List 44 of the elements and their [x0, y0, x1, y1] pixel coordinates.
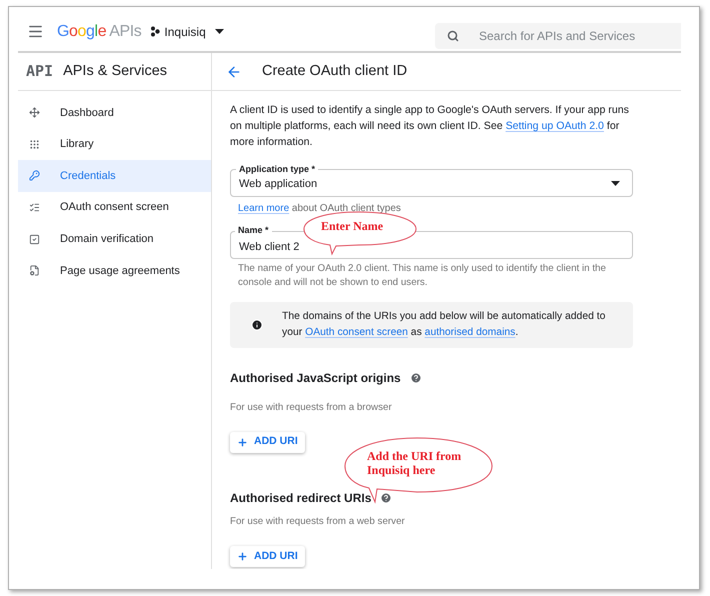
sidebar-item[interactable]: Dashboard — [18, 97, 211, 129]
help-text: The name of your OAuth 2.0 client. This name is only used to identify the client in the console and will not be shown to end users. — [238, 262, 607, 290]
plus-icon — [237, 551, 248, 562]
menu-icon[interactable] — [27, 23, 44, 40]
dropdown-caret-icon — [214, 29, 224, 34]
dropdown-caret-icon — [611, 180, 620, 186]
section-description: For use with requests from a web server — [230, 514, 406, 529]
document-gear-icon — [29, 265, 40, 276]
section-description: For use with requests from a browser — [230, 401, 393, 415]
sidebar-item[interactable]: Domain verification — [18, 223, 211, 255]
section-heading: Authorised JavaScript origins — [230, 370, 401, 387]
search-field[interactable]: Search for APIs and Services — [435, 23, 681, 49]
key-icon — [29, 170, 40, 182]
project-selector[interactable]: Inquisiq — [164, 22, 224, 40]
sidebar-item[interactable]: OAuth consent screen — [18, 192, 211, 224]
page-title: Create OAuth client ID — [262, 62, 408, 81]
project-icon — [150, 26, 160, 37]
sidebar-item[interactable]: Credentials — [18, 160, 211, 192]
sidebar-item[interactable]: Library — [18, 128, 211, 160]
checklist-icon — [29, 202, 40, 214]
section-heading: Authorised redirect URIs — [230, 490, 372, 507]
search-icon — [447, 30, 459, 42]
help-text: Learn more about OAuth client types — [238, 202, 402, 216]
add-uri-button[interactable]: ADD URI — [230, 546, 305, 568]
plus-icon — [237, 436, 248, 448]
help-icon[interactable] — [380, 492, 392, 504]
link[interactable]: authorised domains — [424, 327, 516, 338]
sidebar-item[interactable]: Page usage agreements — [18, 254, 211, 287]
link[interactable]: Learn more — [238, 203, 290, 214]
intro-paragraph: A client ID is used to identify a single app to Google's OAuth servers. If your app runs on multiple platforms, each will need its own client ID. See Setting up OAuth 2.0 for more information. — [230, 103, 630, 150]
link[interactable]: OAuth consent screen — [305, 327, 408, 338]
grid-icon — [29, 138, 40, 150]
info-icon — [251, 319, 263, 331]
move-icon — [29, 107, 40, 118]
logo: Google APIs — [57, 22, 142, 42]
help-icon[interactable] — [410, 372, 422, 384]
add-uri-button[interactable]: ADD URI — [230, 432, 305, 453]
checkbox-icon — [29, 234, 40, 245]
annotation-text: Add the URI from Inquisiq here — [367, 449, 462, 477]
info-text: The domains of the URIs you add below will be automatically added to your OAuth consent screen as authorised domains. — [282, 310, 606, 340]
api-logo: API — [26, 61, 54, 82]
field-label: Name * — [235, 224, 272, 236]
product-title: APIs & Services — [63, 62, 168, 81]
link[interactable]: Setting up OAuth 2.0 — [506, 120, 604, 132]
